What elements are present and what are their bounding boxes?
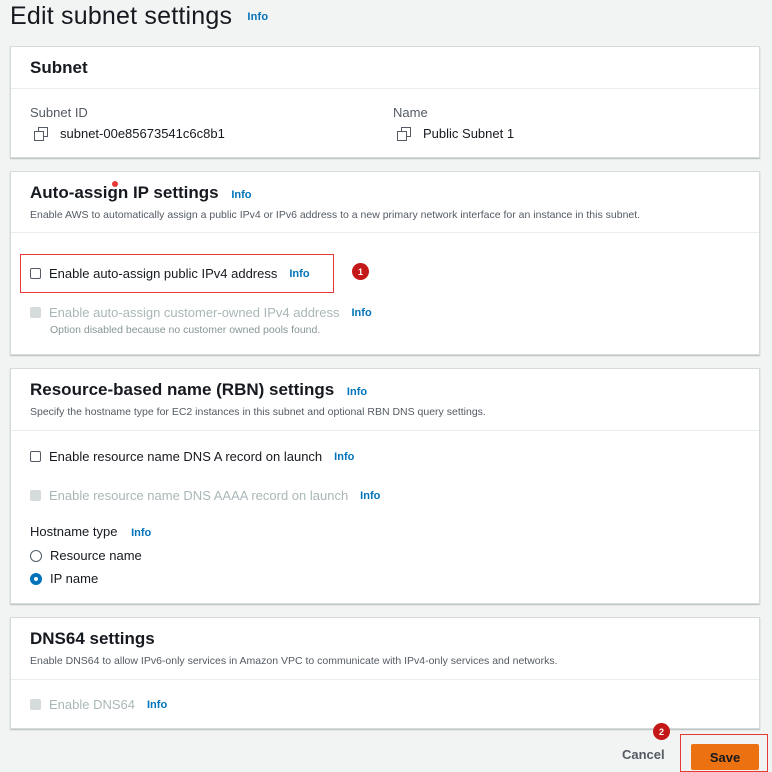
step-badge-1: 1 xyxy=(352,263,369,280)
rbn-description: Specify the hostname type for EC2 instan… xyxy=(30,406,486,418)
auto-assign-title-text: Auto-assign IP settings xyxy=(30,183,219,202)
dns-a-label[interactable]: Enable resource name DNS A record on lau… xyxy=(49,449,322,464)
copy-icon[interactable] xyxy=(397,126,411,141)
hostname-option-resource-name[interactable]: Resource name xyxy=(30,548,142,563)
customer-owned-row: Enable auto-assign customer-owned IPv4 a… xyxy=(30,305,372,320)
dns-a-checkbox[interactable] xyxy=(30,451,41,462)
resource-name-label[interactable]: Resource name xyxy=(50,548,142,563)
page-title-text: Edit subnet settings xyxy=(10,2,233,30)
dns64-label: Enable DNS64 xyxy=(49,697,135,712)
dns-aaaa-label: Enable resource name DNS AAAA record on … xyxy=(49,488,349,503)
dns64-panel-header: DNS64 settings Enable DNS64 to allow IPv… xyxy=(11,618,759,680)
copy-icon[interactable] xyxy=(34,126,48,141)
auto-assign-title: Auto-assign IP settings Info xyxy=(30,183,740,203)
customer-owned-label: Enable auto-assign customer-owned IPv4 a… xyxy=(49,305,340,320)
page-info-link[interactable]: Info xyxy=(247,11,268,23)
rbn-title-text: Resource-based name (RBN) settings xyxy=(30,380,335,399)
subnet-id-value: subnet-00e85673541c6c8b1 xyxy=(60,126,225,141)
subnet-id-label: Subnet ID xyxy=(30,105,88,120)
auto-assign-panel-header: Auto-assign IP settings Info Enable AWS … xyxy=(11,172,759,233)
rbn-panel: Resource-based name (RBN) settings Info … xyxy=(10,368,760,604)
page-title: Edit subnet settings Info xyxy=(10,2,268,31)
customer-owned-checkbox xyxy=(30,307,41,318)
customer-owned-note: Option disabled because no customer owne… xyxy=(50,324,321,336)
dns-aaaa-info-link[interactable]: Info xyxy=(360,490,380,502)
hostname-type-label: Hostname type xyxy=(30,524,118,539)
subnet-id-value-row: subnet-00e85673541c6c8b1 xyxy=(30,126,225,141)
ip-name-label[interactable]: IP name xyxy=(50,571,98,586)
dns64-title: DNS64 settings xyxy=(30,629,155,648)
hostname-option-ip-name[interactable]: IP name xyxy=(30,571,98,586)
cancel-button[interactable]: Cancel xyxy=(622,747,665,762)
subnet-name-value: Public Subnet 1 xyxy=(423,126,515,141)
rbn-info-link[interactable]: Info xyxy=(347,386,367,398)
dns64-info-link[interactable]: Info xyxy=(147,699,167,711)
auto-assign-description: Enable AWS to automatically assign a pub… xyxy=(30,209,641,221)
ip-name-radio[interactable] xyxy=(30,572,42,585)
dns-a-info-link[interactable]: Info xyxy=(334,451,354,463)
rbn-title: Resource-based name (RBN) settings Info xyxy=(30,380,740,400)
subnet-name-label: Name xyxy=(393,105,428,120)
subnet-name-field: Name Public Subnet 1 xyxy=(393,105,514,141)
highlight-box-public-ipv4 xyxy=(20,254,334,293)
hostname-type-info-link[interactable]: Info xyxy=(131,527,151,539)
customer-owned-info-link[interactable]: Info xyxy=(352,307,372,319)
dns64-checkbox xyxy=(30,699,41,710)
subnet-panel: Subnet Subnet ID subnet-00e85673541c6c8b… xyxy=(10,46,760,158)
dns-aaaa-checkbox xyxy=(30,490,41,501)
dns64-row: Enable DNS64 Info xyxy=(30,697,167,712)
subnet-panel-header: Subnet xyxy=(11,47,759,89)
auto-assign-info-link[interactable]: Info xyxy=(231,189,251,201)
highlight-box-save xyxy=(680,734,768,772)
subnet-panel-title: Subnet xyxy=(30,58,88,77)
dns64-panel: DNS64 settings Enable DNS64 to allow IPv… xyxy=(10,617,760,729)
subnet-name-value-row: Public Subnet 1 xyxy=(393,126,514,141)
subnet-id-field: Subnet ID subnet-00e85673541c6c8b1 xyxy=(30,105,225,141)
dns-aaaa-row: Enable resource name DNS AAAA record on … xyxy=(30,488,380,503)
dns64-description: Enable DNS64 to allow IPv6-only services… xyxy=(30,655,558,667)
rbn-panel-header: Resource-based name (RBN) settings Info … xyxy=(11,369,759,431)
resource-name-radio[interactable] xyxy=(30,549,42,562)
step-badge-2: 2 xyxy=(653,723,670,740)
annotation-dot xyxy=(112,181,118,187)
hostname-type-label-row: Hostname type Info xyxy=(30,524,151,539)
dns-a-row: Enable resource name DNS A record on lau… xyxy=(30,449,354,464)
